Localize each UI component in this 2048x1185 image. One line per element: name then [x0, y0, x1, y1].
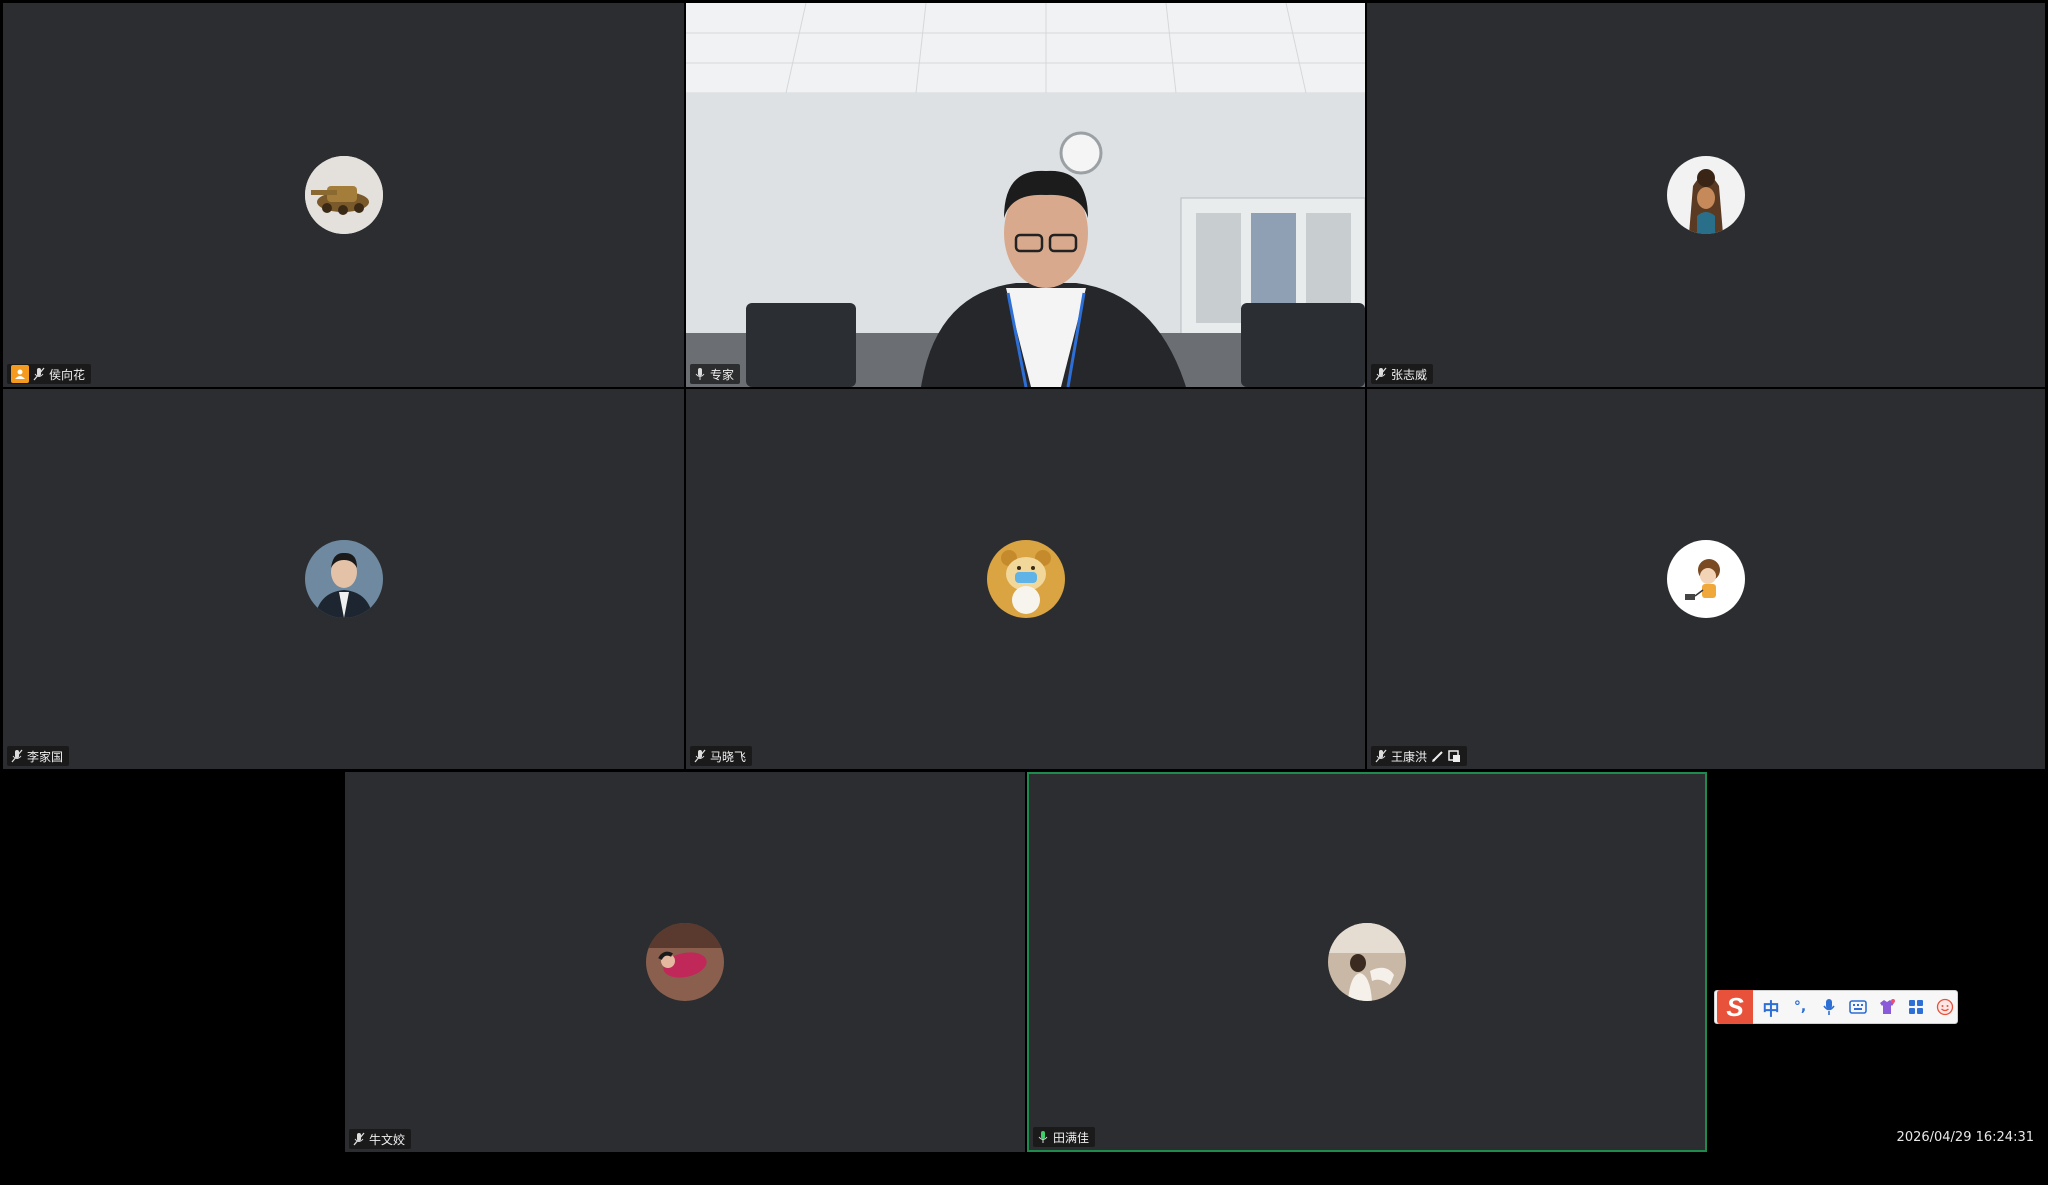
figure-avatar-icon [1667, 156, 1745, 234]
participant-tile-6[interactable]: 王康洪 [1367, 389, 2045, 769]
participant-name: 李家国 [27, 749, 64, 764]
apps-icon[interactable] [1905, 996, 1927, 1018]
mic-muted-icon [1375, 749, 1387, 763]
microphone-icon[interactable] [1818, 996, 1840, 1018]
participant-name: 张志威 [1391, 367, 1428, 382]
mic-icon [695, 368, 705, 380]
participant-tile-1[interactable]: 侯向花 [3, 3, 684, 387]
participant-name: 马晓飞 [710, 749, 747, 764]
participant-name: 田满佳 [1053, 1130, 1090, 1145]
emoji-icon[interactable] [1934, 996, 1956, 1018]
participant-name: 侯向花 [49, 367, 86, 382]
timestamp: 2026/04/29 16:24:31 [1896, 1130, 2034, 1145]
participant-name: 王康洪 [1391, 749, 1428, 764]
pen-icon [1432, 750, 1443, 762]
skin-icon[interactable] [1876, 996, 1898, 1018]
mic-muted-icon [694, 749, 706, 763]
ime-toolbar[interactable]: S 中 °, [1714, 990, 1958, 1024]
participant-name: 牛文姣 [369, 1132, 406, 1147]
mic-muted-icon [33, 367, 45, 381]
participant-video-feed [686, 3, 1365, 387]
name-tag: 马晓飞 [690, 746, 753, 766]
host-icon [11, 365, 29, 383]
name-tag: 牛文姣 [349, 1129, 412, 1149]
participant-tile-2[interactable]: 专家 [686, 3, 1365, 387]
mic-muted-icon [11, 749, 23, 763]
name-tag: 王康洪 [1371, 746, 1468, 766]
name-tag: 专家 [690, 364, 741, 384]
name-tag: 侯向花 [7, 364, 92, 384]
portrait-avatar-icon [646, 923, 724, 1001]
scenery-avatar-icon [1328, 923, 1406, 1001]
name-tag: 李家国 [7, 746, 70, 766]
name-tag: 田满佳 [1033, 1127, 1096, 1147]
keyboard-icon[interactable] [1847, 996, 1869, 1018]
participant-tile-3[interactable]: 张志威 [1367, 3, 2045, 387]
man-suit-avatar-icon [304, 540, 383, 618]
name-tag: 张志威 [1371, 364, 1434, 384]
participant-tile-7[interactable]: 牛文姣 [345, 772, 1025, 1152]
ime-punctuation-toggle[interactable]: °, [1789, 996, 1811, 1018]
mic-muted-icon [353, 1132, 365, 1146]
participant-tile-5[interactable]: 马晓飞 [686, 389, 1365, 769]
mic-muted-icon [1375, 367, 1387, 381]
cartoon-avatar-icon [1667, 540, 1745, 618]
share-screen-icon [1448, 749, 1461, 762]
ime-logo-icon[interactable]: S [1717, 990, 1753, 1024]
tank-avatar-icon [304, 156, 383, 234]
participant-tile-8[interactable]: 田满佳 [1027, 772, 1707, 1152]
participant-tile-4[interactable]: 李家国 [3, 389, 684, 769]
ime-language-toggle[interactable]: 中 [1760, 996, 1782, 1020]
mic-active-icon [1038, 1131, 1048, 1143]
bear-mask-avatar-icon [986, 540, 1065, 618]
participant-name: 专家 [710, 367, 735, 382]
